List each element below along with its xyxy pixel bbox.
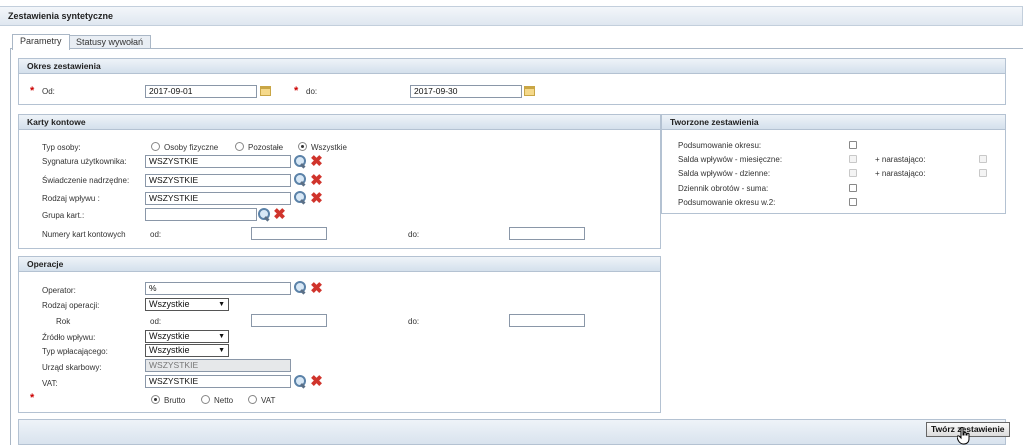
swiadczenie-input[interactable]: WSZYSTKIE [145,174,291,187]
narastajaco-label: + narastająco: [875,169,926,178]
search-icon[interactable] [294,375,307,388]
clear-icon[interactable]: ✖ [310,191,323,206]
podsumowanie-okresu-checkbox[interactable] [849,141,857,149]
clear-icon[interactable]: ✖ [310,281,323,296]
tworzone-item-label: Salda wpływów - miesięczne: [678,155,783,164]
okres-to-input[interactable]: 2017-09-30 [410,85,522,98]
search-icon[interactable] [294,281,307,294]
vat-input[interactable]: WSZYSTKIE [145,375,291,388]
rodzaj-operacji-value: Wszystkie [149,299,190,309]
tworzone-panel-title: Tworzone zestawienia [662,115,1005,130]
rodzaj-wplywu-label: Rodzaj wpływu : [42,194,100,203]
rok-label: Rok [56,317,71,326]
typ-wplacajacego-select[interactable]: Wszystkie ▼ [145,344,229,357]
radio-vat-label: VAT [261,396,276,405]
radio-wszystkie-label: Wszystkie [311,143,347,152]
urzad-skarbowy-label: Urząd skarbowy: [42,363,102,372]
radio-brutto[interactable] [151,395,160,404]
typ-wplacajacego-label: Typ wpłacającego: [42,347,108,356]
rok-do-input[interactable] [509,314,585,327]
chevron-down-icon: ▼ [218,333,225,340]
swiadczenie-label: Świadczenie nadrzędne: [42,176,130,185]
okres-panel-title: Okres zestawienia [19,59,1005,74]
numery-do-input[interactable] [509,227,585,240]
urzad-skarbowy-input: WSZYSTKIE [145,359,291,372]
search-icon[interactable] [294,173,307,186]
grupa-kart-label: Grupa kart.: [42,211,85,220]
sygnatura-input[interactable]: WSZYSTKIE [145,155,291,168]
required-mark: * [30,392,35,404]
numery-od-input[interactable] [251,227,327,240]
operator-label: Operator: [42,286,76,295]
clear-icon[interactable]: ✖ [310,374,323,389]
radio-netto[interactable] [201,395,210,404]
typ-wplacajacego-value: Wszystkie [149,345,190,355]
radio-vat[interactable] [248,395,257,404]
sygnatura-label: Sygnatura użytkownika: [42,157,127,166]
radio-netto-label: Netto [214,396,234,405]
search-icon[interactable] [294,191,307,204]
search-icon[interactable] [294,155,307,168]
okres-from-input[interactable]: 2017-09-01 [145,85,257,98]
radio-brutto-label: Brutto [164,396,186,405]
clear-icon[interactable]: ✖ [310,154,323,169]
tworzone-item-label: Salda wpływów - dzienne: [678,169,771,178]
hand-cursor-icon [957,427,970,445]
zrodlo-wplywu-label: Źródło wpływu: [42,333,96,342]
numery-do-label: do: [408,230,420,239]
grupa-kart-input[interactable] [145,208,257,221]
radio-wszystkie[interactable] [298,142,307,151]
dziennik-obrotow-checkbox[interactable] [849,184,857,192]
rok-od-label: od: [150,317,162,326]
clear-icon[interactable]: ✖ [310,173,323,188]
zrodlo-wplywu-select[interactable]: Wszystkie ▼ [145,330,229,343]
operacje-panel: Operacje [18,256,661,413]
rodzaj-operacji-label: Rodzaj operacji: [42,301,100,310]
zrodlo-wplywu-value: Wszystkie [149,331,190,341]
tworzone-item-label: Podsumowanie okresu w.2: [678,198,776,207]
search-icon[interactable] [258,208,271,221]
rok-do-label: do: [408,317,420,326]
salda-dzienne-narastajaco-checkbox [979,169,987,177]
rodzaj-operacji-select[interactable]: Wszystkie ▼ [145,298,229,311]
required-mark: * [30,85,35,97]
tworzone-item-label: Dziennik obrotów - suma: [678,184,769,193]
radio-pozostale-label: Pozostałe [248,143,284,152]
salda-miesieczne-narastajaco-checkbox [979,155,987,163]
salda-dzienne-checkbox [849,169,857,177]
narastajaco-label: + narastająco: [875,155,926,164]
okres-from-label: Od: [42,87,55,96]
calendar-icon[interactable] [524,86,535,96]
calendar-icon[interactable] [260,86,271,96]
tworzone-item-label: Podsumowanie okresu: [678,141,762,150]
operacje-panel-title: Operacje [19,257,660,272]
radio-osoby-fizyczne-label: Osoby fizyczne [164,143,219,152]
salda-miesieczne-checkbox [849,155,857,163]
numery-od-label: od: [150,230,162,239]
chevron-down-icon: ▼ [218,347,225,354]
chevron-down-icon: ▼ [218,301,225,308]
radio-pozostale[interactable] [235,142,244,151]
okres-to-label: do: [306,87,318,96]
numery-kart-label: Numery kart kontowych [42,230,126,239]
tab-parametry[interactable]: Parametry [12,34,70,50]
clear-icon[interactable]: ✖ [273,207,286,222]
operator-input[interactable]: % [145,282,291,295]
rok-od-input[interactable] [251,314,327,327]
typ-osoby-label: Typ osoby: [42,143,81,152]
karty-panel-title: Karty kontowe [19,115,660,130]
podsumowanie-okresu-w2-checkbox[interactable] [849,198,857,206]
required-mark: * [294,85,299,97]
radio-osoby-fizyczne[interactable] [151,142,160,151]
vat-label: VAT: [42,379,58,388]
rodzaj-wplywu-input[interactable]: WSZYSTKIE [145,192,291,205]
window-title: Zestawienia syntetyczne [0,6,1023,26]
footer-bar [18,419,1006,445]
